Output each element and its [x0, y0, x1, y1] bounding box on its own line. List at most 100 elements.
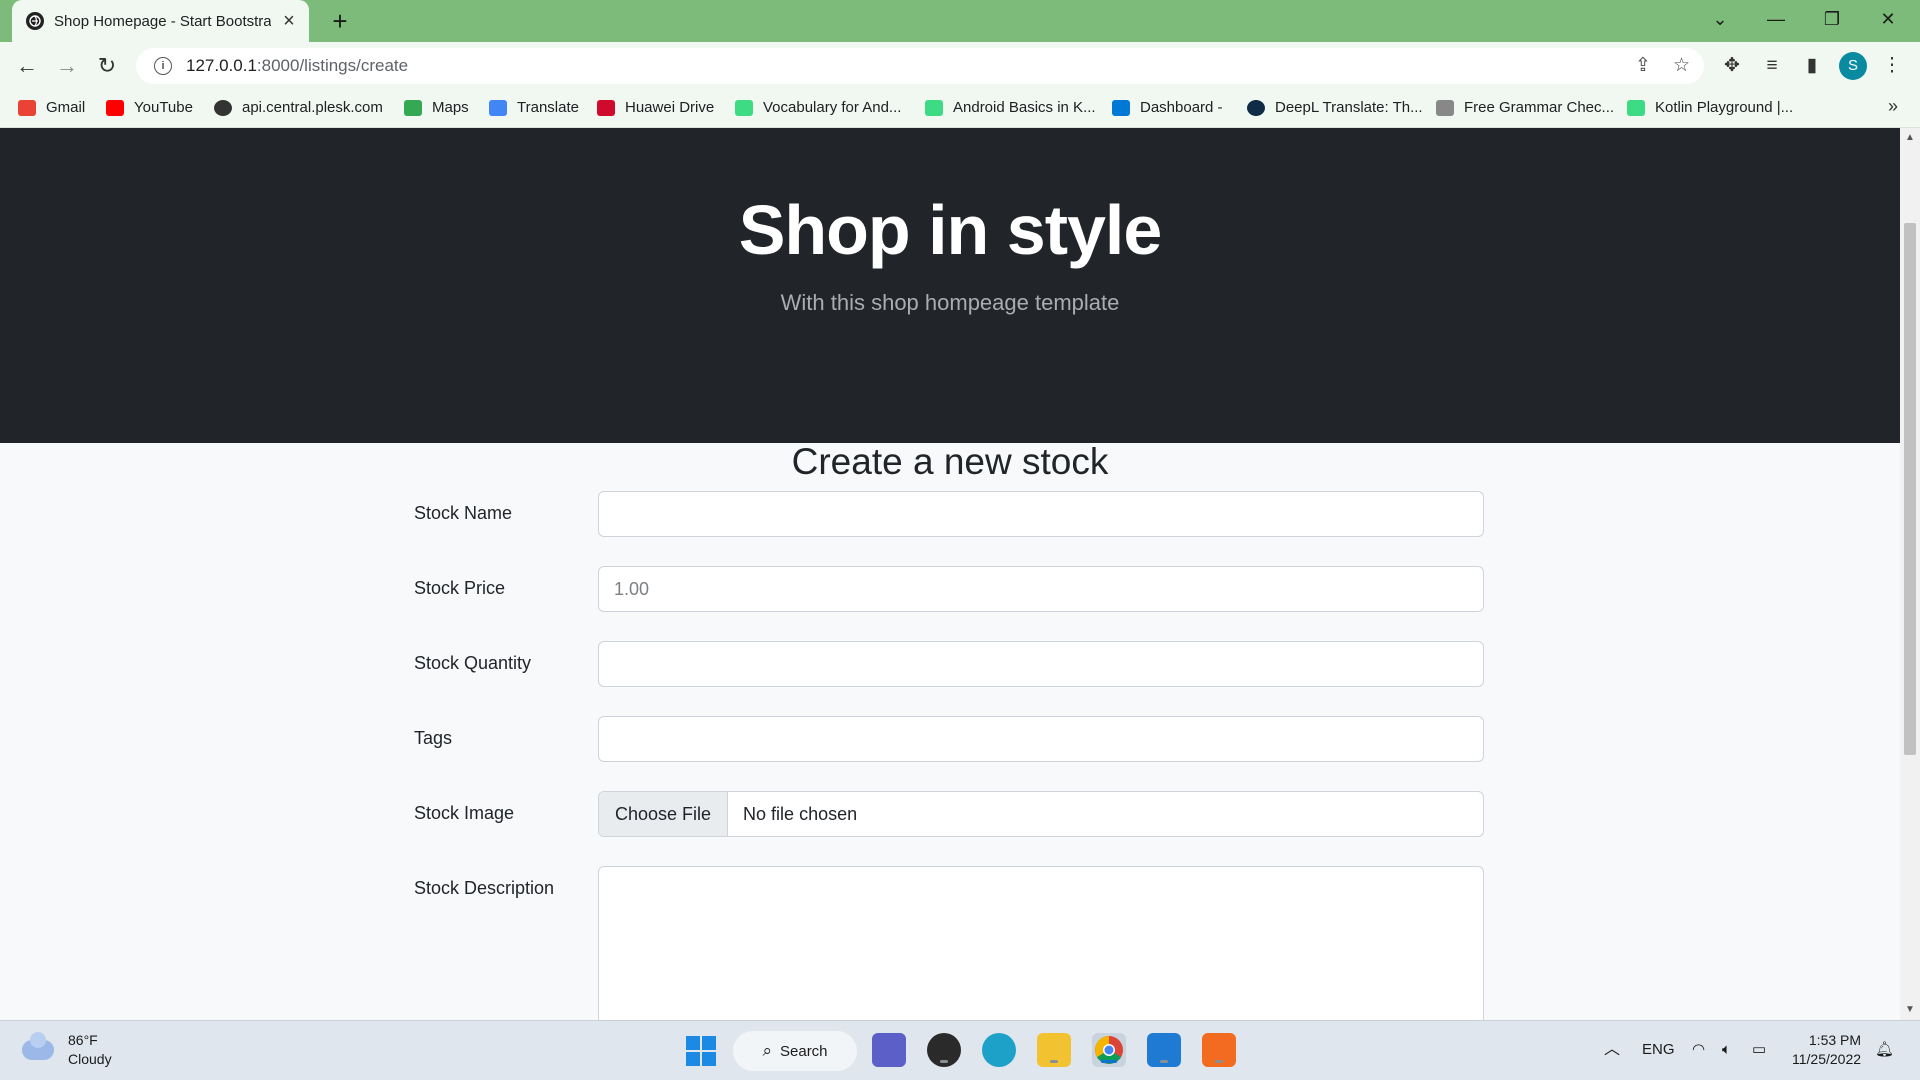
search-label: Search: [780, 1042, 828, 1060]
media-queue-icon[interactable]: ≡: [1757, 51, 1787, 81]
bookmark-item[interactable]: api.central.plesk.com: [214, 99, 383, 116]
wifi-icon[interactable]: ◠: [1692, 1021, 1705, 1079]
bookmark-label: Dashboard -: [1140, 99, 1223, 116]
weather-temp: 86°F: [68, 1032, 98, 1048]
volume-icon[interactable]: 🔈︎: [1722, 1021, 1731, 1079]
cloud-icon: [22, 1032, 54, 1060]
scroll-thumb[interactable]: [1904, 223, 1916, 755]
bookmark-label: YouTube: [134, 99, 193, 116]
bookmark-label: Translate: [517, 99, 579, 116]
tab-title: Shop Homepage - Start Bootstrap: [54, 12, 271, 30]
bookmark-item[interactable]: Android Basics in K...: [925, 99, 1096, 116]
bookmark-item[interactable]: Dashboard -: [1112, 99, 1223, 116]
media-player-icon[interactable]: [927, 1033, 961, 1067]
huawei-icon: [597, 99, 615, 116]
file-explorer-icon[interactable]: [1037, 1033, 1071, 1067]
edge-browser-icon[interactable]: [982, 1033, 1016, 1067]
windows-taskbar: 86°F Cloudy ⌕ Search ︿ ENG ◠ 🔈︎ ▭ 1:53 P…: [0, 1020, 1920, 1080]
bootstrap-favicon-icon: [26, 12, 44, 30]
scroll-up-arrow-icon[interactable]: ▲: [1900, 128, 1920, 148]
page-scrollbar[interactable]: ▲ ▼: [1900, 128, 1920, 1020]
menu-kebab-icon[interactable]: ⋮: [1877, 51, 1907, 81]
hero-title: Shop in style: [738, 191, 1163, 269]
tags-input[interactable]: [598, 716, 1484, 762]
bookmark-item[interactable]: Vocabulary for And...: [735, 99, 901, 116]
bookmark-label: Kotlin Playground |...: [1655, 99, 1794, 116]
choose-file-button[interactable]: Choose File: [599, 792, 729, 836]
bookmark-label: Gmail: [46, 99, 86, 116]
stock-image-label: Stock Image: [414, 803, 515, 823]
reload-button[interactable]: ↻: [92, 51, 122, 81]
back-button[interactable]: ←: [12, 51, 42, 81]
browser-tab[interactable]: Shop Homepage - Start Bootstrap ×: [12, 0, 309, 42]
restore-button[interactable]: ❐: [1804, 0, 1860, 38]
show-hidden-icons-chevron-icon[interactable]: ︿: [1604, 1021, 1620, 1079]
bookmark-item[interactable]: Free Grammar Chec...: [1436, 99, 1614, 116]
globe-icon: [214, 99, 232, 116]
bookmarks-bar: » Gmail YouTube api.central.plesk.com Maps T…: [0, 90, 1920, 128]
bookmark-item[interactable]: DeepL Translate: Th...: [1247, 99, 1423, 116]
forward-button[interactable]: →: [52, 51, 82, 81]
more-bookmarks-icon[interactable]: »: [1888, 96, 1898, 117]
side-panel-icon[interactable]: ▮: [1797, 51, 1827, 81]
stock-name-input[interactable]: [598, 491, 1484, 537]
weather-desc: Cloudy: [68, 1051, 112, 1067]
new-tab-button[interactable]: +: [325, 6, 355, 36]
clock-date: 11/25/2022: [1792, 1051, 1862, 1067]
browser-toolbar: ← → ↻ i 127.0.0.1:8000/listings/create ⇪…: [0, 42, 1920, 90]
bookmark-item[interactable]: Translate: [489, 99, 579, 116]
stock-quantity-input[interactable]: [598, 641, 1484, 687]
hero-subtitle: With this shop hompeage template: [780, 290, 1120, 315]
gmail-icon: [18, 99, 36, 116]
minimize-button[interactable]: —: [1748, 0, 1804, 38]
extensions-puzzle-icon[interactable]: ✥: [1717, 51, 1747, 81]
stock-image-file-input[interactable]: Choose File No file chosen: [598, 791, 1484, 837]
battery-icon[interactable]: ▭: [1752, 1021, 1766, 1079]
hero-header: Shop in style With this shop hompeage te…: [0, 128, 1900, 443]
start-windows-icon[interactable]: [686, 1036, 716, 1066]
site-info-icon[interactable]: i: [154, 57, 172, 75]
bookmark-label: Android Basics in K...: [953, 99, 1096, 116]
bookmark-item[interactable]: Gmail: [18, 99, 85, 116]
bookmark-label: Free Grammar Chec...: [1464, 99, 1615, 116]
vscode-icon[interactable]: [1147, 1033, 1181, 1067]
bookmark-label: Maps: [432, 99, 469, 116]
taskbar-search-button[interactable]: ⌕ Search: [733, 1031, 857, 1071]
url-text: 127.0.0.1:8000/listings/create: [186, 56, 409, 75]
close-window-button[interactable]: ✕: [1860, 0, 1916, 38]
weather-widget[interactable]: 86°F Cloudy: [22, 1031, 112, 1069]
stock-price-input[interactable]: [598, 566, 1484, 612]
bookmark-label: Huawei Drive: [625, 99, 715, 116]
bookmark-item[interactable]: Kotlin Playground |...: [1627, 99, 1793, 116]
bookmark-item[interactable]: Huawei Drive: [597, 99, 714, 116]
stock-price-label: Stock Price: [414, 578, 506, 598]
android-icon: [735, 99, 753, 116]
maps-icon: [404, 99, 422, 116]
page-viewport: Shop in style With this shop hompeage te…: [0, 128, 1900, 1020]
teams-chat-icon[interactable]: [872, 1033, 906, 1067]
bookmark-item[interactable]: YouTube: [106, 99, 193, 116]
browser-tab-strip: Shop Homepage - Start Bootstrap × + ⌄ — …: [0, 0, 1920, 42]
language-indicator[interactable]: ENG: [1642, 1021, 1675, 1079]
bookmark-item[interactable]: Maps: [404, 99, 469, 116]
pen-icon: [1436, 99, 1454, 116]
stock-quantity-label: Stock Quantity: [414, 653, 532, 673]
system-clock[interactable]: 1:53 PM 11/25/2022: [1792, 1031, 1861, 1069]
deepl-icon: [1247, 99, 1265, 116]
translate-icon: [489, 99, 507, 116]
search-icon: ⌕: [762, 1041, 772, 1060]
bookmark-star-icon[interactable]: ☆: [1673, 54, 1690, 77]
chrome-icon[interactable]: [1092, 1033, 1126, 1067]
tab-close-icon[interactable]: ×: [279, 10, 299, 33]
share-icon[interactable]: ⇪: [1635, 54, 1651, 77]
profile-avatar[interactable]: S: [1839, 52, 1867, 80]
tab-search-chevron-icon[interactable]: ⌄: [1692, 0, 1748, 38]
stock-description-textarea[interactable]: [598, 866, 1484, 1020]
xampp-icon[interactable]: [1202, 1033, 1236, 1067]
scroll-down-arrow-icon[interactable]: ▼: [1900, 1000, 1920, 1020]
address-bar[interactable]: i 127.0.0.1:8000/listings/create ⇪ ☆: [136, 48, 1704, 84]
dashboard-icon: [1112, 99, 1130, 116]
notifications-bell-icon[interactable]: 🔔︎: [1875, 1021, 1894, 1079]
tags-label: Tags: [414, 728, 453, 748]
youtube-icon: [106, 99, 124, 116]
